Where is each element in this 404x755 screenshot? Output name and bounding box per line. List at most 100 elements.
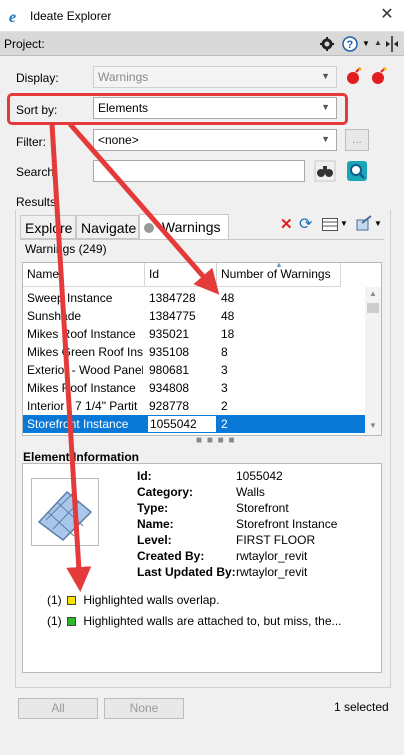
columns-icon[interactable]: [322, 218, 338, 231]
select-none-button[interactable]: None: [104, 698, 184, 719]
element-info-panel: Id: 1055042 Category: Walls Type: Storef…: [22, 463, 382, 673]
info-value: FIRST FLOOR: [236, 533, 316, 547]
table-row[interactable]: Sunshade 1384775 48: [23, 307, 365, 325]
warning-text: Highlighted walls are attached to, but m…: [83, 614, 342, 628]
table-row[interactable]: Exterior - Wood Panel 980681 3: [23, 361, 365, 379]
warning-count: (1): [47, 593, 62, 607]
warning-count: (1): [47, 614, 62, 628]
cell-count: 2: [221, 399, 228, 413]
info-key: Created By:: [137, 549, 205, 563]
info-key: Name:: [137, 517, 174, 531]
cell-id: 1384728: [149, 291, 196, 305]
wall-thumbnail-icon: [31, 478, 99, 546]
help-dropdown-icon[interactable]: ▼: [362, 39, 370, 48]
display-select[interactable]: Warnings ▼: [93, 66, 337, 88]
table-row[interactable]: Mikes Roof Instance 934808 3: [23, 379, 365, 397]
search-input[interactable]: [93, 160, 305, 182]
cell-count: 48: [221, 291, 235, 305]
tab-explore[interactable]: Explore: [20, 215, 76, 239]
delete-icon[interactable]: ✕: [280, 215, 293, 233]
chevron-down-icon: ▼: [321, 134, 330, 144]
info-key: Id:: [137, 469, 152, 483]
export-dropdown-icon[interactable]: ▼: [374, 219, 382, 228]
selection-status: 1 selected: [334, 700, 389, 714]
export-icon[interactable]: [356, 215, 372, 231]
collapse-icon[interactable]: ▲: [374, 38, 382, 47]
cell-name: Mikes Green Roof Inst: [27, 345, 143, 359]
scroll-down-icon[interactable]: ▼: [369, 421, 377, 430]
select-all-button[interactable]: All: [18, 698, 98, 719]
cell-count: 3: [221, 381, 228, 395]
project-label: Project:: [4, 37, 45, 51]
table-scrollbar[interactable]: ▲ ▼: [365, 287, 381, 435]
cell-id: 935021: [149, 327, 190, 341]
info-value: rwtaylor_revit: [236, 549, 308, 563]
display-value: Warnings: [98, 70, 149, 84]
cell-count: 18: [221, 327, 235, 341]
info-value: Storefront: [236, 501, 289, 515]
info-value: Storefront Instance: [236, 517, 338, 531]
info-value: 1055042: [236, 469, 283, 483]
filter-browse-button[interactable]: ...: [345, 129, 369, 151]
columns-dropdown-icon[interactable]: ▼: [340, 219, 348, 228]
sort-indicator-icon: ▲: [275, 262, 283, 269]
cell-name: Interior - 7 1/4" Partit: [27, 399, 138, 413]
column-header-id[interactable]: Id: [145, 263, 217, 287]
warning-color-swatch: [67, 617, 77, 626]
cell-id-editor[interactable]: 1055042: [147, 415, 217, 433]
title-bar: e Ideate Explorer ✕: [0, 0, 404, 32]
clear-highlight-icon[interactable]: [345, 67, 363, 85]
window-title: Ideate Explorer: [30, 9, 112, 23]
warning-text: Highlighted walls overlap.: [83, 593, 220, 607]
binoculars-icon[interactable]: [314, 160, 336, 182]
results-table[interactable]: Name Id Number of Warnings ▲ Sweep Insta…: [22, 262, 382, 436]
cell-name: Mikes Roof Instance: [27, 327, 136, 341]
close-button[interactable]: ✕: [378, 6, 396, 24]
chevron-down-icon: ▼: [321, 71, 330, 81]
highlight-icon[interactable]: [370, 67, 388, 85]
column-header-name[interactable]: Name: [23, 263, 145, 287]
cell-name: Mikes Roof Instance: [27, 381, 136, 395]
tab-navigate[interactable]: Navigate: [76, 215, 139, 239]
table-row[interactable]: Sweep Instance 1384728 48: [23, 289, 365, 307]
dock-arrows-icon[interactable]: [385, 36, 399, 52]
cell-name: Sweep Instance: [27, 291, 113, 305]
cell-id: 935108: [149, 345, 190, 359]
ideate-app-icon: e: [9, 9, 16, 24]
table-row-selected[interactable]: Storefront Instance 1055042 2: [23, 415, 365, 434]
info-key: Category:: [137, 485, 194, 499]
svg-text:?: ?: [347, 39, 354, 51]
cell-name: Exterior - Wood Panel: [27, 363, 143, 377]
scroll-thumb[interactable]: [367, 303, 379, 313]
warnings-count: Warnings (249): [25, 242, 107, 256]
info-key: Type:: [137, 501, 169, 515]
gear-icon[interactable]: [320, 37, 334, 51]
table-row[interactable]: Mikes Green Roof Inst 935108 8: [23, 343, 365, 361]
cell-count: 2: [221, 417, 228, 431]
cell-name: Sunshade: [27, 309, 82, 323]
tab-divider: [20, 239, 384, 240]
search-element-icon[interactable]: [346, 160, 368, 182]
cell-id: 934808: [149, 381, 190, 395]
cell-id: 928778: [149, 399, 190, 413]
help-icon[interactable]: ?: [342, 36, 358, 52]
info-key: Level:: [137, 533, 172, 547]
filter-select[interactable]: <none> ▼: [93, 129, 337, 151]
cell-count: 3: [221, 363, 228, 377]
info-value: rwtaylor_revit: [236, 565, 308, 579]
table-row[interactable]: Mikes Roof Instance 935021 18: [23, 325, 365, 343]
table-row[interactable]: Interior - 7 1/4" Partit 928778 2: [23, 397, 365, 415]
warning-item[interactable]: (1) Highlighted walls are attached to, b…: [47, 614, 342, 628]
cell-count: 48: [221, 309, 235, 323]
filter-value: <none>: [98, 133, 139, 147]
warning-item[interactable]: (1) Highlighted walls overlap.: [47, 593, 219, 607]
cell-name: Storefront Instance: [27, 417, 129, 431]
tab-warnings[interactable]: Warnings: [139, 214, 229, 240]
cell-id: 1384775: [149, 309, 196, 323]
scroll-up-icon[interactable]: ▲: [369, 289, 377, 298]
filter-label: Filter:: [16, 135, 46, 149]
splitter-grip[interactable]: ■ ■ ■ ■: [196, 435, 236, 446]
svg-text:e: e: [9, 9, 16, 24]
cell-count: 8: [221, 345, 228, 359]
refresh-icon[interactable]: ⟳: [299, 214, 312, 234]
